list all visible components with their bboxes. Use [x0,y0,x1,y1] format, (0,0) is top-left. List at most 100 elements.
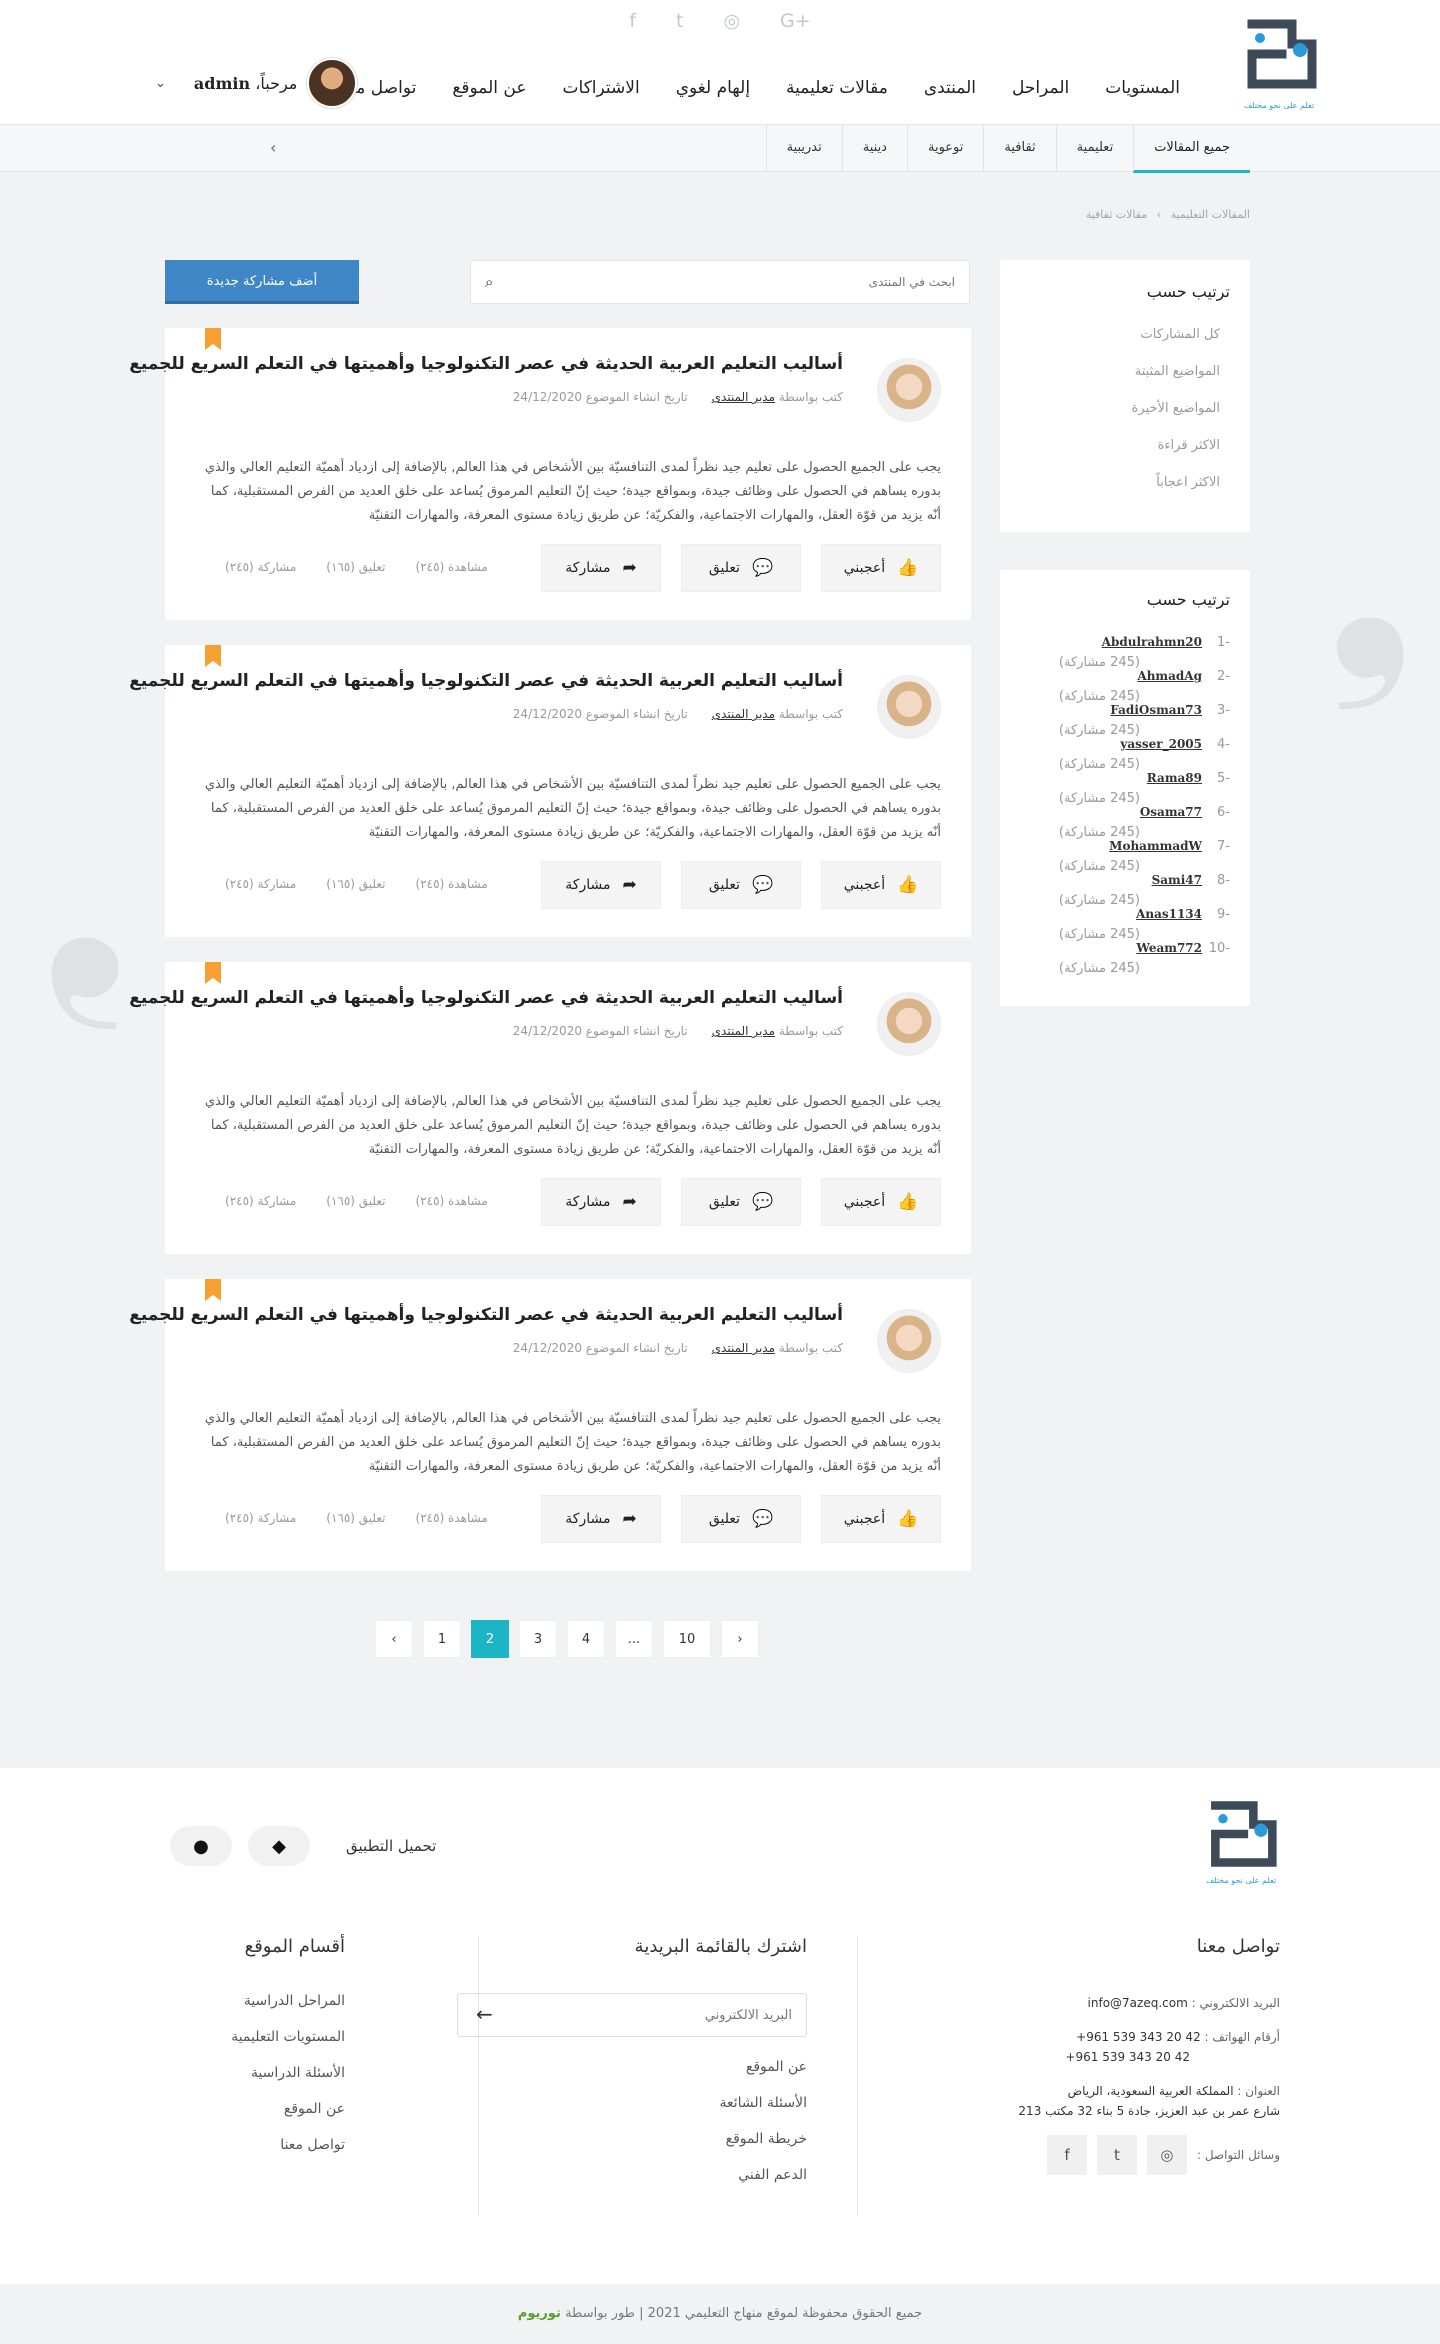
arrow-left-icon[interactable]: ← [476,2002,493,2026]
member-name[interactable]: yasser_2005 [1120,737,1202,751]
comment-button[interactable]: 💬 تعليق [681,861,801,909]
chevron-right-icon[interactable]: › [270,138,276,157]
share-button[interactable]: ➦ مشاركة [541,861,661,909]
tab-training[interactable]: تدريبية [765,125,842,173]
twitter-icon[interactable]: t [676,10,683,32]
page-button-active[interactable]: 2 [471,1620,509,1658]
like-button[interactable]: 👍 أعجبني [821,1178,941,1226]
member-name[interactable]: Osama77 [1140,805,1202,819]
comment-icon: 💬 [752,1509,774,1529]
post-title[interactable]: أساليب التعليم العربية الحديثة في عصر ال… [129,354,843,374]
member-name[interactable]: FadiOsman73 [1110,703,1202,717]
nav-levels[interactable]: المستويات [1105,78,1180,98]
member-name[interactable]: Anas1134 [1136,907,1202,921]
instagram-icon[interactable]: ◎ [1146,2135,1187,2175]
sort-option[interactable]: كل المشاركات [1020,327,1230,342]
facebook-icon[interactable]: f [629,10,636,32]
sort-option[interactable]: الاكثر اعجاباً [1020,475,1230,490]
user-avatar[interactable] [307,58,358,108]
share-button[interactable]: ➦ مشاركة [541,544,661,592]
author-link[interactable]: مدير المنتدى [712,390,775,404]
member-name[interactable]: Rama89 [1147,771,1202,785]
share-button[interactable]: ➦ مشاركة [541,1495,661,1543]
footer-link[interactable]: الدعم الفني [479,2167,807,2183]
add-post-button[interactable]: أضف مشاركة جديدة [165,260,359,304]
sort-option[interactable]: المواضيع الأخيرة [1020,401,1230,416]
breadcrumb-root[interactable]: المقالات التعليمية [1171,208,1250,221]
tab-awareness[interactable]: توعوية [906,125,983,173]
bookmark-icon[interactable] [205,1279,221,1301]
bookmark-icon[interactable] [205,328,221,350]
page-button[interactable]: 4 [567,1620,605,1658]
instagram-icon[interactable]: ◎ [723,10,740,32]
comment-button[interactable]: 💬 تعليق [681,1178,801,1226]
tab-all-articles[interactable]: جميع المقالات [1133,125,1250,173]
apple-store-button[interactable]: ● [170,1826,232,1866]
member-name[interactable]: AhmadAg [1137,669,1202,683]
comments-count: تعليق (١٦٥) [326,877,386,891]
footer-link[interactable]: خريطة الموقع [479,2131,807,2147]
google-plus-icon[interactable]: G+ [780,10,811,32]
member-rank: -2 [1217,669,1230,684]
site-logo[interactable]: تعلم على نحو مختلف [1238,14,1320,110]
prev-page-button[interactable]: ‹ [375,1620,413,1658]
member-post-count: (245 مشاركة) [1058,927,1140,942]
comment-button[interactable]: 💬 تعليق [681,544,801,592]
nav-forum[interactable]: المنتدى [924,78,976,98]
tab-educational[interactable]: تعليمية [1055,125,1134,173]
nav-inspiration[interactable]: إلهام لغوي [676,78,750,98]
post-title[interactable]: أساليب التعليم العربية الحديثة في عصر ال… [129,671,843,691]
footer-link[interactable]: عن الموقع [479,2059,807,2075]
chevron-down-icon[interactable]: ⌄ [155,76,166,91]
twitter-icon[interactable]: t [1096,2135,1137,2175]
next-page-button[interactable]: › [721,1620,759,1658]
page-button[interactable]: 1 [423,1620,461,1658]
facebook-icon[interactable]: f [1046,2135,1087,2175]
comment-label: تعليق [708,1194,741,1210]
tab-religious[interactable]: دينية [841,125,907,173]
comment-button[interactable]: 💬 تعليق [681,1495,801,1543]
share-button[interactable]: ➦ مشاركة [541,1178,661,1226]
member-name[interactable]: MohammadW [1109,839,1202,853]
page-button[interactable]: 10 [663,1620,711,1658]
footer-link[interactable]: المراحل الدراسية [95,1993,345,2009]
sort-option[interactable]: المواضيع المثبتة [1020,364,1230,379]
page-button[interactable]: 3 [519,1620,557,1658]
nav-about[interactable]: عن الموقع [452,78,526,98]
member-name[interactable]: Sami47 [1152,873,1202,887]
nav-stages[interactable]: المراحل [1012,78,1069,98]
author-link[interactable]: مدير المنتدى [712,707,775,721]
footer-link[interactable]: المستويات التعليمية [95,2029,345,2045]
post-title[interactable]: أساليب التعليم العربية الحديثة في عصر ال… [129,988,843,1008]
user-menu[interactable]: مرحباً، admin ⌄ [155,58,358,108]
bookmark-icon[interactable] [205,645,221,667]
member-name[interactable]: Weam772 [1136,941,1202,955]
bookmark-icon[interactable] [205,962,221,984]
footer-link[interactable]: عن الموقع [95,2101,345,2117]
footer-logo[interactable]: تعلم على نحو مختلف [1202,1796,1280,1888]
like-button[interactable]: 👍 أعجبني [821,861,941,909]
search-input[interactable] [529,261,969,303]
footer-link[interactable]: الأسئلة الشائعة [479,2095,808,2111]
nav-subscriptions[interactable]: الاشتراكات [563,78,640,98]
newsletter-email-input[interactable] [506,1994,806,2036]
member-name[interactable]: Abdulrahmn20 [1102,635,1202,649]
breadcrumb-current[interactable]: مقالات ثقافية [1086,208,1147,221]
google-play-button[interactable]: ◆ [248,1826,310,1866]
developer-link[interactable]: توريوم [518,2306,561,2321]
sort-option[interactable]: الاكثر قراءة [1020,438,1230,453]
author-link[interactable]: مدير المنتدى [712,1341,775,1355]
author-link[interactable]: مدير المنتدى [712,1024,775,1038]
nav-articles[interactable]: مقالات تعليمية [786,78,888,98]
views-count: مشاهدة (٢٤٥) [415,877,488,891]
email-link[interactable]: info@7azeq.com [1088,1996,1188,2010]
tab-cultural[interactable]: ثقافية [983,125,1055,173]
like-button[interactable]: 👍 أعجبني [821,544,941,592]
post-title[interactable]: أساليب التعليم العربية الحديثة في عصر ال… [129,1305,843,1325]
date-label: تاريخ انشاء الموضوع [585,390,688,404]
footer-link[interactable]: الأسئلة الدراسية [95,2065,345,2081]
footer-link[interactable]: تواصل معنا [95,2137,345,2153]
search-icon[interactable]: ⌕ [485,273,493,291]
like-button[interactable]: 👍 أعجبني [821,1495,941,1543]
comment-icon: 💬 [752,558,774,578]
